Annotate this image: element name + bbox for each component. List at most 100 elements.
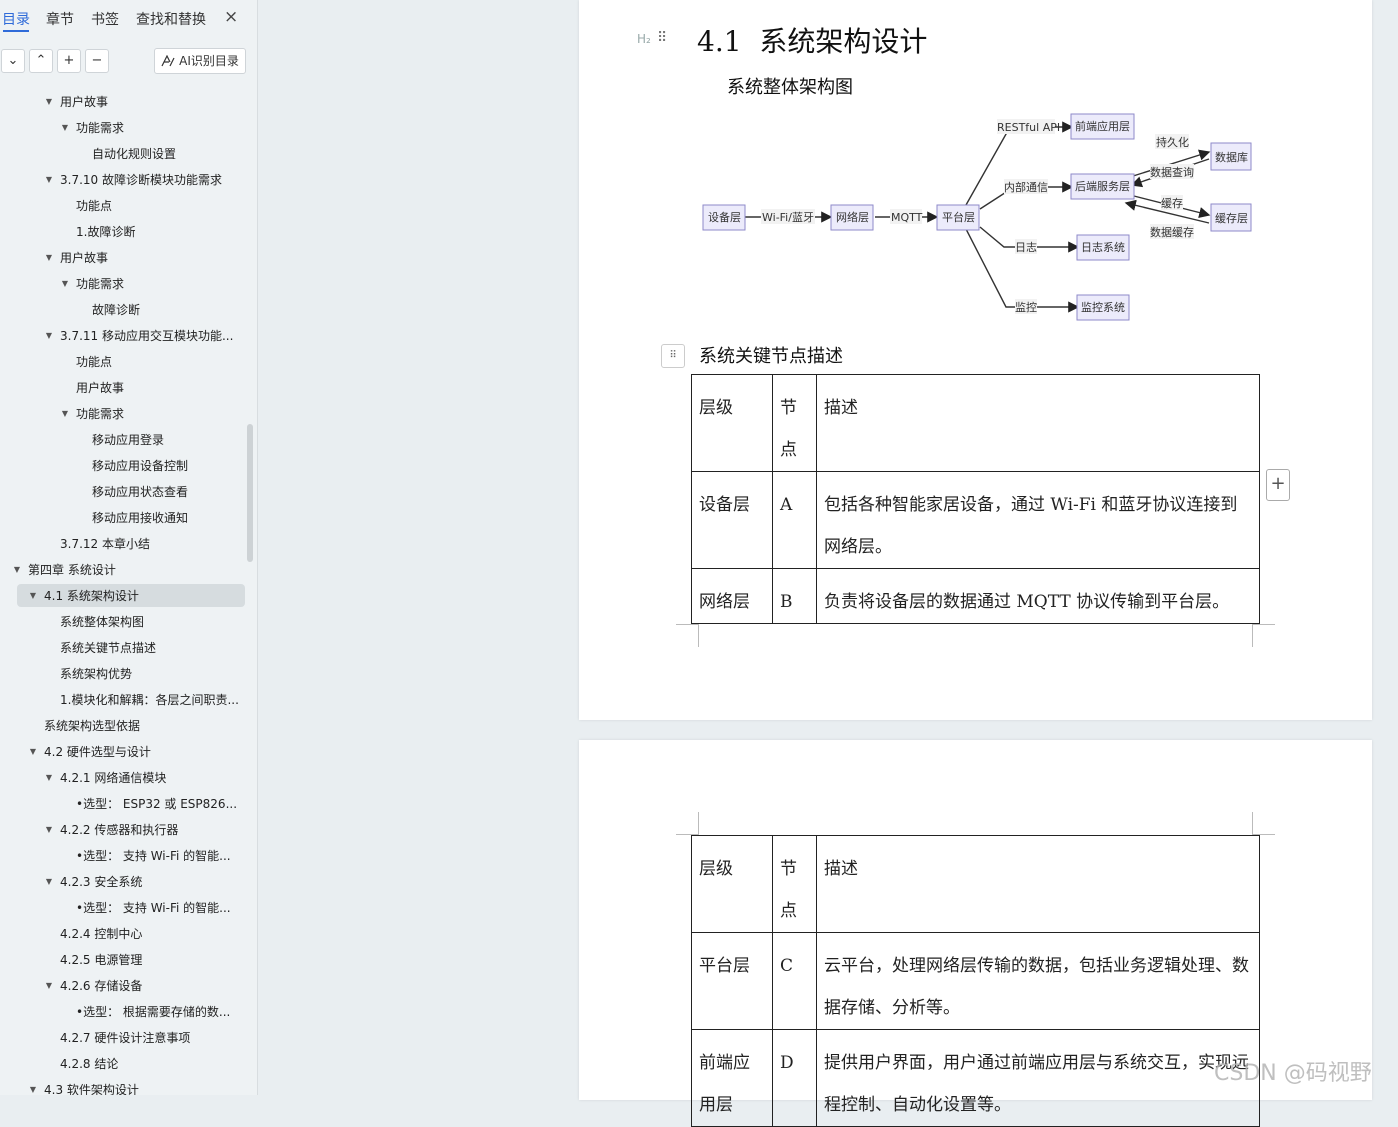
drag-handle-icon[interactable]: ⠿: [657, 30, 667, 46]
table-cell: A: [772, 471, 817, 569]
toc-item[interactable]: 4.2.3 安全系统: [60, 871, 142, 893]
toc-expand-arrow-icon[interactable]: ▼: [60, 409, 70, 418]
toc-expand-arrow-icon[interactable]: ▼: [44, 981, 54, 990]
toc-item[interactable]: •选型： ESP32 或 ESP826...: [76, 793, 237, 815]
toc-item[interactable]: 功能需求: [76, 117, 124, 139]
toc-item[interactable]: 3.7.11 移动应用交互模块功能...: [60, 325, 233, 347]
page-corner-mark: [1252, 812, 1275, 835]
toc-item[interactable]: 4.2.6 存储设备: [60, 975, 142, 997]
toc-item[interactable]: 功能需求: [76, 273, 124, 295]
table-cell: 前端应用层: [691, 1029, 773, 1127]
table-cell: D: [772, 1029, 817, 1127]
toc-item[interactable]: •选型： 支持 Wi-Fi 的智能...: [76, 845, 231, 867]
tab-chapters[interactable]: 章节: [46, 9, 74, 29]
svg-text:Wi-Fi/蓝牙: Wi-Fi/蓝牙: [762, 211, 814, 224]
toc-item[interactable]: 移动应用登录: [92, 429, 164, 451]
block-drag-handle-icon[interactable]: ⠿: [661, 344, 685, 368]
toc-expand-arrow-icon[interactable]: ▼: [44, 773, 54, 782]
tab-toc[interactable]: 目录: [2, 9, 30, 29]
chevron-up-icon: ⌃: [35, 53, 47, 68]
svg-text:缓存: 缓存: [1161, 196, 1183, 210]
toc-item[interactable]: 4.2 硬件选型与设计: [44, 741, 151, 763]
toc-expand-arrow-icon[interactable]: ▼: [60, 123, 70, 132]
edge-label-wifi: Wi-Fi/蓝牙: [761, 209, 815, 224]
node-backend: 后端服务层: [1070, 173, 1135, 200]
expand-all-button[interactable]: ⌄: [1, 49, 25, 73]
table-caption: 系统关键节点描述: [699, 346, 843, 367]
add-heading-button[interactable]: +: [57, 49, 81, 73]
toc-item[interactable]: 3.7.12 本章小结: [60, 533, 150, 555]
toc-expand-arrow-icon[interactable]: ▼: [44, 331, 54, 340]
table-row: 设备层 A 包括各种智能家居设备，通过 Wi-Fi 和蓝牙协议连接到网络层。: [691, 471, 1260, 569]
toc-expand-arrow-icon[interactable]: ▼: [28, 1085, 38, 1094]
remove-heading-button[interactable]: −: [85, 49, 109, 73]
toc-item[interactable]: 用户故事: [60, 91, 108, 113]
table-header-cell: 层级: [691, 835, 773, 933]
toc-item[interactable]: 4.2.2 传感器和执行器: [60, 819, 178, 841]
table-header-row: 层级 节点 描述: [691, 374, 1260, 472]
toc-item[interactable]: 系统整体架构图: [60, 611, 144, 633]
toc-item[interactable]: 4.1 系统架构设计: [44, 585, 139, 607]
toc-expand-arrow-icon[interactable]: ▼: [44, 175, 54, 184]
toc-item[interactable]: 4.2.7 硬件设计注意事项: [60, 1027, 190, 1049]
node-log: 日志系统: [1076, 234, 1130, 261]
toc-item[interactable]: 4.2.1 网络通信模块: [60, 767, 166, 789]
close-icon[interactable]: ×: [224, 7, 238, 27]
toc-item[interactable]: 4.2.8 结论: [60, 1053, 118, 1075]
heading-number: 4.1: [697, 25, 742, 58]
table-header-row: 层级 节点 描述: [691, 835, 1260, 933]
toc-item[interactable]: 用户故事: [60, 247, 108, 269]
toc-item[interactable]: •选型： 支持 Wi-Fi 的智能...: [76, 897, 231, 919]
tab-find-replace[interactable]: 查找和替换: [136, 9, 206, 29]
architecture-diagram: Wi-Fi/蓝牙 MQTT RESTful API 内部通信 日志 监控 持久化…: [702, 113, 1252, 321]
collapse-all-button[interactable]: ⌃: [29, 49, 53, 73]
toc-item[interactable]: •选型： 根据需要存储的数...: [76, 1001, 230, 1023]
add-column-button[interactable]: +: [1266, 469, 1290, 501]
svg-text:后端服务层: 后端服务层: [1075, 180, 1130, 193]
table-cell: C: [772, 932, 817, 1030]
ai-button-label: AI识别目录: [179, 54, 239, 68]
toc-expand-arrow-icon[interactable]: ▼: [60, 279, 70, 288]
toc-expand-arrow-icon[interactable]: ▼: [44, 825, 54, 834]
heading-level-tag: H₂: [637, 32, 651, 46]
ai-recognize-toc-button[interactable]: AI识别目录: [154, 48, 246, 74]
toc-item[interactable]: 系统架构优势: [60, 663, 132, 685]
toc-expand-arrow-icon[interactable]: ▼: [12, 565, 22, 574]
toc-item[interactable]: 4.2.5 电源管理: [60, 949, 142, 971]
toc-expand-arrow-icon[interactable]: ▼: [44, 877, 54, 886]
edge-label-log: 日志: [1015, 239, 1037, 254]
table-row: 网络层 B 负责将设备层的数据通过 MQTT 协议传输到平台层。: [691, 568, 1260, 624]
table-header-cell: 层级: [691, 374, 773, 472]
edge-label-cache: 缓存: [1161, 195, 1183, 210]
document-page-2: 层级 节点 描述 平台层 C 云平台，处理网络层传输的数据，包括业务逻辑处理、数…: [579, 740, 1372, 1127]
toc-item[interactable]: 第四章 系统设计: [28, 559, 116, 581]
toc-item[interactable]: 用户故事: [76, 377, 124, 399]
tab-bookmarks[interactable]: 书签: [91, 9, 119, 29]
toc-item[interactable]: 功能点: [76, 351, 112, 373]
watermark: CSDN @码视野: [1214, 1061, 1372, 1086]
svg-text:数据库: 数据库: [1215, 150, 1248, 164]
toc-expand-arrow-icon[interactable]: ▼: [44, 97, 54, 106]
svg-text:内部通信: 内部通信: [1004, 180, 1048, 194]
toc-item[interactable]: 移动应用接收通知: [92, 507, 188, 529]
toc-item[interactable]: 4.3 软件架构设计: [44, 1079, 139, 1095]
toc-item[interactable]: 1.故障诊断: [76, 221, 135, 243]
page-corner-mark: [676, 624, 699, 647]
sidebar-scrollbar[interactable]: [247, 424, 253, 562]
toc-item[interactable]: 移动应用设备控制: [92, 455, 188, 477]
table-row: 平台层 C 云平台，处理网络层传输的数据，包括业务逻辑处理、数据存储、分析等。: [691, 932, 1260, 1030]
toc-item[interactable]: 故障诊断: [92, 299, 140, 321]
toc-item[interactable]: 1.模块化和解耦：各层之间职责...: [60, 689, 239, 711]
toc-item[interactable]: 功能需求: [76, 403, 124, 425]
toc-item[interactable]: 4.2.4 控制中心: [60, 923, 142, 945]
toc-item[interactable]: 功能点: [76, 195, 112, 217]
toc-expand-arrow-icon[interactable]: ▼: [28, 591, 38, 600]
toc-item[interactable]: 移动应用状态查看: [92, 481, 188, 503]
svg-text:前端应用层: 前端应用层: [1075, 119, 1130, 133]
toc-item[interactable]: 系统关键节点描述: [60, 637, 156, 659]
toc-expand-arrow-icon[interactable]: ▼: [44, 253, 54, 262]
toc-item[interactable]: 自动化规则设置: [92, 143, 176, 165]
toc-expand-arrow-icon[interactable]: ▼: [28, 747, 38, 756]
toc-item[interactable]: 系统架构选型依据: [44, 715, 140, 737]
toc-item[interactable]: 3.7.10 故障诊断模块功能需求: [60, 169, 222, 191]
